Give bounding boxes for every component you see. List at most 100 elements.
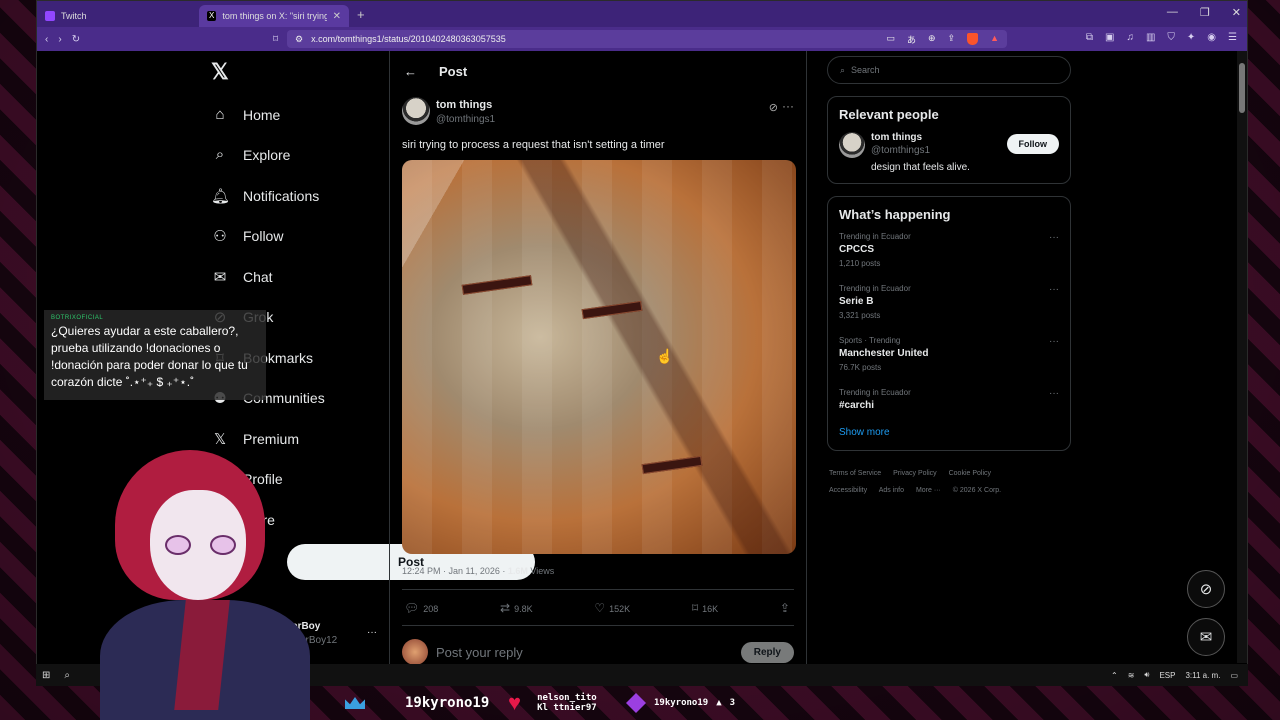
clock[interactable]: 3:11 a. m. xyxy=(1185,671,1220,680)
close-window-button[interactable]: ✕ xyxy=(1232,6,1241,19)
reload-icon[interactable]: ↻ xyxy=(72,34,80,45)
lang-indicator[interactable]: ESP xyxy=(1159,671,1175,680)
repost-icon: ⇄ xyxy=(500,601,511,615)
footer-link[interactable]: Accessibility xyxy=(829,487,867,494)
grok-float-button[interactable]: ⊘ xyxy=(1187,570,1225,608)
footer-link[interactable]: Privacy Policy xyxy=(893,470,937,477)
tweet-time[interactable]: 12:24 PM · Jan 11, 2026 · xyxy=(402,566,508,576)
avatar[interactable] xyxy=(839,132,865,158)
avatar[interactable] xyxy=(402,97,430,125)
tray-chevron-icon[interactable]: ⌃ xyxy=(1111,671,1118,680)
page-title: Post xyxy=(439,63,468,79)
gift-user: 19kyrono19 xyxy=(654,698,709,708)
trend-count: 76.7K posts xyxy=(839,363,882,372)
author-handle[interactable]: @tomthings1 xyxy=(436,114,495,125)
footer-links: Terms of Service Privacy Policy Cookie P… xyxy=(827,465,1071,499)
scrollbar[interactable] xyxy=(1237,51,1247,663)
person-handle[interactable]: @tomthings1 xyxy=(871,145,970,156)
author-name[interactable]: tom things xyxy=(436,99,495,111)
relevant-person[interactable]: tom things @tomthings1 design that feels… xyxy=(839,132,1059,173)
reply-action[interactable]: 💬︎ 208 xyxy=(404,601,438,615)
minimize-button[interactable]: — xyxy=(1167,6,1178,19)
x-logo-icon: X xyxy=(207,11,217,21)
bookmark-action[interactable]: ⌑ 16K xyxy=(692,601,718,615)
wallet-icon[interactable]: ▣ xyxy=(1105,32,1114,43)
more-options-icon[interactable]: ··· xyxy=(367,627,377,638)
heart-icon: ♡ xyxy=(594,601,606,615)
more-options-icon[interactable]: ··· xyxy=(1049,336,1059,347)
trend-item[interactable]: Trending in Ecuador CPCCS 1,210 posts ··… xyxy=(839,232,1059,268)
notification-icon[interactable]: ▭ xyxy=(1230,671,1238,680)
rewards-icon[interactable]: ▲ xyxy=(990,33,999,46)
follow-button[interactable]: Follow xyxy=(1006,134,1059,154)
search-icon[interactable]: ⌕ xyxy=(64,670,70,681)
x-icon: 𝕏 xyxy=(213,431,227,448)
music-icon[interactable]: ♫ xyxy=(1126,32,1134,43)
extensions-icon[interactable]: ⧉ xyxy=(1086,32,1093,43)
messages-float-button[interactable]: ✉ xyxy=(1187,618,1225,656)
copyright: © 2026 X Corp. xyxy=(952,487,1002,494)
follower-name: nelson_tito xyxy=(537,693,597,703)
nav-follow[interactable]: ⚇ Follow xyxy=(211,227,283,245)
share-icon[interactable]: ⇪ xyxy=(948,33,956,46)
nav-notifications[interactable]: 🔔︎ Notifications xyxy=(211,187,319,205)
trend-item[interactable]: Trending in Ecuador #carchi ··· xyxy=(839,388,1059,411)
share-action[interactable]: ⇪ xyxy=(780,601,794,615)
tweet-meta: 12:24 PM · Jan 11, 2026 · 1.6M Views xyxy=(402,566,554,576)
more-options-icon[interactable]: ··· xyxy=(1049,388,1059,399)
more-options-icon[interactable]: ··· xyxy=(782,99,794,113)
zoom-icon[interactable]: ⊕ xyxy=(928,33,936,46)
tab-x-post[interactable]: X tom things on X: "siri trying t ✕ xyxy=(199,5,349,27)
windows-start-icon[interactable]: ⊞ xyxy=(42,670,50,681)
system-tray: ⌃ ≋ 🔊︎ ESP 3:11 a. m. ▭ xyxy=(1111,670,1248,680)
site-settings-icon[interactable]: ⚙ xyxy=(295,34,303,45)
nav-label: Follow xyxy=(243,228,284,244)
more-options-icon[interactable]: ··· xyxy=(1049,232,1059,243)
profile-icon[interactable]: ◉ xyxy=(1207,32,1216,43)
nav-explore[interactable]: ⌕ Explore xyxy=(211,146,291,163)
wifi-icon[interactable]: ≋ xyxy=(1128,671,1135,680)
footer-link[interactable]: Terms of Service xyxy=(829,470,881,477)
sidebar-icon[interactable]: ▥ xyxy=(1146,32,1155,43)
relevant-people: Relevant people tom things @tomthings1 d… xyxy=(827,96,1071,184)
vpn-icon[interactable]: ⛉ xyxy=(1167,32,1175,43)
show-more-link[interactable]: Show more xyxy=(839,427,1059,438)
back-icon[interactable]: ‹ xyxy=(45,34,48,45)
nav-chat[interactable]: ✉ Chat xyxy=(211,268,273,286)
footer-link[interactable]: Cookie Policy xyxy=(949,470,991,477)
trend-item[interactable]: Trending in Ecuador Serie B 3,321 posts … xyxy=(839,284,1059,320)
footer-link[interactable]: Ads info xyxy=(879,487,904,494)
person-name[interactable]: tom things xyxy=(871,132,970,143)
tab-twitch[interactable]: Twitch xyxy=(37,5,195,27)
search-input[interactable]: ⌕ Search xyxy=(827,56,1071,84)
reply-button[interactable]: Reply xyxy=(740,641,794,663)
x-logo-icon[interactable]: 𝕏 xyxy=(211,59,229,85)
menu-icon[interactable]: ☰ xyxy=(1228,32,1237,43)
bell-icon: 🔔︎ xyxy=(211,188,231,205)
brave-shields-icon[interactable] xyxy=(967,32,979,45)
nav-premium[interactable]: 𝕏 Premium xyxy=(211,430,299,448)
grok-explain-icon[interactable]: ⊘ xyxy=(769,101,778,114)
maximize-button[interactable]: ❐ xyxy=(1200,6,1210,19)
new-tab-button[interactable]: + xyxy=(357,7,365,22)
leo-icon[interactable]: ✦ xyxy=(1187,32,1195,43)
scrollbar-thumb[interactable] xyxy=(1239,63,1245,113)
footer-link[interactable]: More ··· xyxy=(916,487,941,494)
repost-action[interactable]: ⇄ 9.8K xyxy=(500,601,533,615)
nav-home[interactable]: ⌂ Home xyxy=(211,106,280,123)
like-action[interactable]: ♡ 152K xyxy=(594,601,630,615)
reply-input[interactable]: Post your reply xyxy=(436,645,523,660)
divider xyxy=(402,625,794,626)
back-arrow-icon[interactable]: ← xyxy=(404,64,417,79)
tweet-author[interactable]: tom things @tomthings1 xyxy=(402,97,495,125)
url-field[interactable]: ⚙ x.com/tomthings1/status/20104024803630… xyxy=(287,30,1007,48)
volume-icon[interactable]: 🔊︎ xyxy=(1144,670,1149,680)
more-options-icon[interactable]: ··· xyxy=(1049,284,1059,295)
tweet-video[interactable]: ☝ xyxy=(402,160,796,554)
close-tab-icon[interactable]: ✕ xyxy=(333,11,341,22)
trend-item[interactable]: Sports · Trending Manchester United 76.7… xyxy=(839,336,1059,372)
bookmark-page-icon[interactable]: ⌑ xyxy=(273,34,278,45)
cast-icon[interactable]: ▭ xyxy=(886,33,895,46)
translate-icon[interactable]: あ xyxy=(907,33,916,46)
forward-icon[interactable]: › xyxy=(58,34,61,45)
